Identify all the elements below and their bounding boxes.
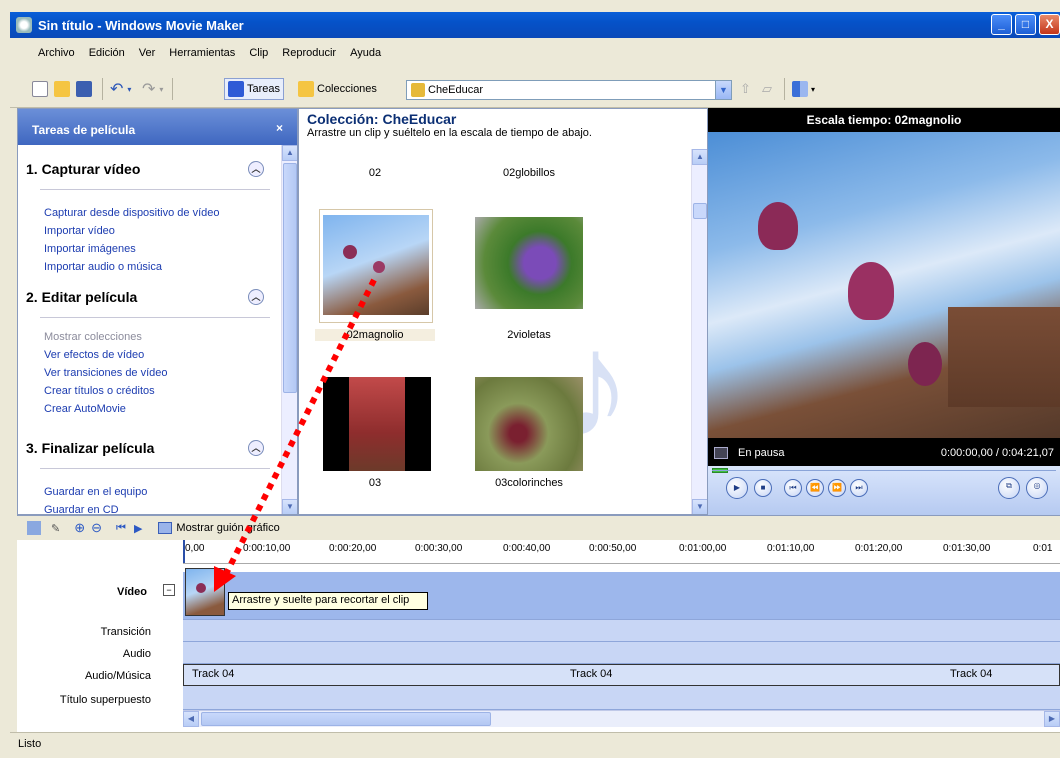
dotted-arrow-line xyxy=(221,278,377,580)
status-text: Listo xyxy=(18,738,42,750)
status-bar: Listo xyxy=(10,732,1060,758)
drag-annotation-arrow xyxy=(214,278,377,592)
